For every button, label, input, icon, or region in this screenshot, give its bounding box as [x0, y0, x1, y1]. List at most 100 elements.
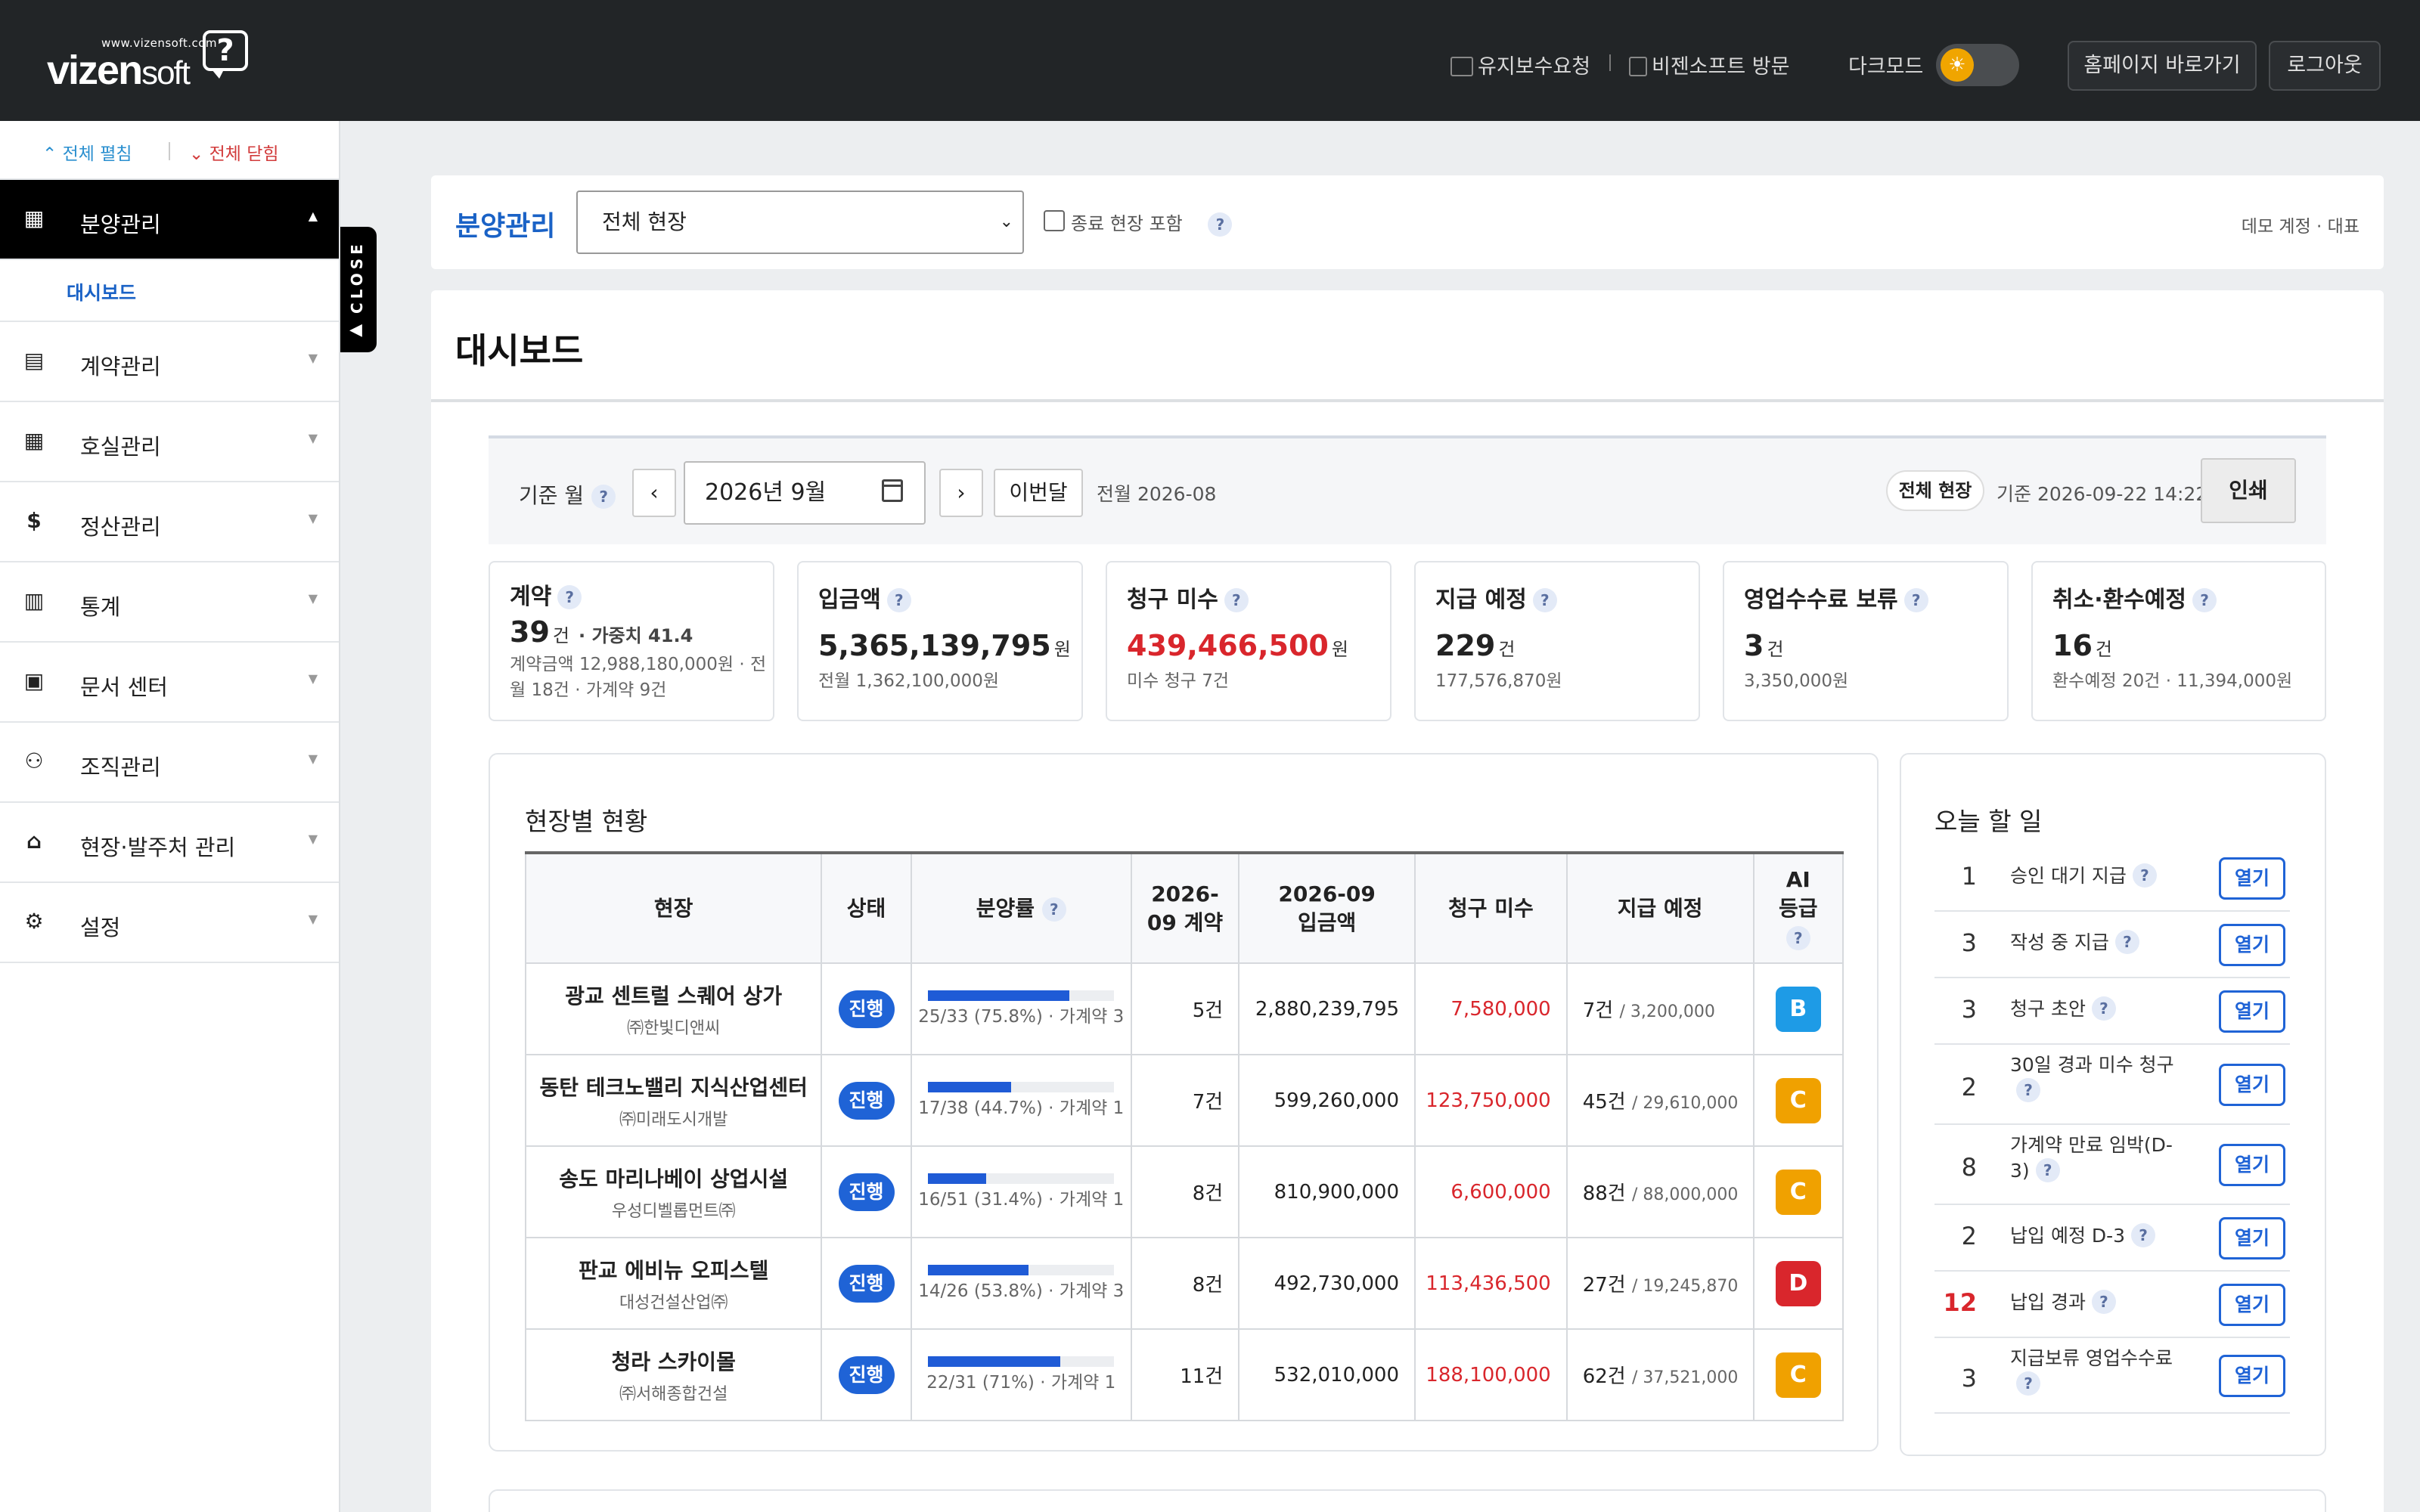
help-icon[interactable]: ? [2131, 1223, 2156, 1247]
sidebar-close-tab[interactable]: CLOSE ◀ [340, 227, 377, 352]
sidebar-item-units[interactable]: ▦ 호실관리 ▼ [0, 402, 339, 482]
site-name[interactable]: 청라 스카이몰 [526, 1346, 821, 1376]
homepage-button[interactable]: 홈페이지 바로가기 [2068, 41, 2257, 91]
todo-panel: 오늘 할 일 1 승인 대기 지급? 열기 3 작성 중 지급? 열기 3 청구 초안? 열기 2… [1900, 753, 2326, 1456]
sidebar-item-documents[interactable]: ▣ 문서 센터 ▼ [0, 643, 339, 723]
site-company: 우성디벨롭먼트㈜ [611, 1201, 736, 1221]
sidebar-item-settings[interactable]: ⚙ 설정 ▼ [0, 883, 339, 963]
site-cell[interactable]: 송도 마리나베이 상업시설우성디벨롭먼트㈜ [524, 1145, 823, 1238]
sidebar-item-organization[interactable]: ⚇ 조직관리 ▼ [0, 723, 339, 803]
site-select[interactable]: 전체 현장 ⌄ [576, 191, 1024, 254]
subitem-label: 대시보드 [67, 282, 137, 304]
site-name[interactable]: 광교 센트럴 스퀘어 상가 [526, 980, 821, 1010]
help-icon[interactable]: ? [2091, 1290, 2116, 1314]
col-status[interactable]: 상태 [821, 852, 912, 964]
ai-grade-badge[interactable]: C [1775, 1169, 1821, 1215]
help-icon[interactable]: ? [2114, 930, 2139, 954]
sidebar-subitem-dashboard[interactable]: 대시보드 [0, 260, 339, 322]
todo-open-button[interactable]: 열기 [2219, 1355, 2285, 1397]
collapse-all-button[interactable]: ⌄ 전체 닫힘 [189, 139, 279, 165]
col-contracts[interactable]: 2026-09 계약 [1130, 852, 1240, 964]
month-input[interactable]: 2026년 9월 [684, 461, 926, 525]
col-deposit[interactable]: 2026-09 입금액 [1238, 852, 1416, 964]
include-closed-checkbox[interactable] [1044, 210, 1065, 231]
sidebar-item-sites-clients[interactable]: ⌂ 현장·발주처 관리 ▼ [0, 803, 339, 883]
scheduled-amount: / 19,245,870 [1632, 1277, 1739, 1296]
help-icon[interactable]: ? [1224, 588, 1249, 612]
help-icon[interactable]: ? [886, 588, 911, 612]
as-of-timestamp: 기준 2026-09-22 14:22 [1996, 483, 2208, 505]
todo-open-button[interactable]: 열기 [2219, 990, 2285, 1033]
help-icon[interactable]: ? [1041, 897, 1066, 922]
todo-label: 청구 초안? [2010, 996, 2184, 1022]
next-month-button[interactable]: › [939, 469, 983, 517]
todo-open-button[interactable]: 열기 [2219, 1144, 2285, 1186]
top-bar: www.vizensoft.com vizensoft ? 유지보수요청 비젠소… [0, 0, 2420, 121]
sales-rate-bar [928, 1173, 1115, 1184]
col-site[interactable]: 현장 [524, 852, 823, 964]
table-row[interactable]: 청라 스카이몰 ㈜서해종합건설 진행 22/31 (71%) · 가계약 1 11건 53… [524, 1328, 1844, 1421]
help-icon[interactable]: ? [2192, 588, 2217, 612]
help-icon[interactable]: ? [1903, 588, 1928, 612]
kpi-card-contracts[interactable]: 계약? 39 건 · 가중치 41.4 계약금액 12,988,180,000원 ·… [489, 561, 774, 721]
ai-grade-badge[interactable]: C [1775, 1352, 1821, 1398]
help-icon[interactable]: ? [2016, 1078, 2040, 1102]
include-closed-label[interactable]: 종료 현장 포함 ? [1071, 209, 1233, 237]
kpi-card-cancellations[interactable]: 취소·환수예정? 16 건 환수예정 20건 · 11,394,000원 [2031, 561, 2326, 721]
help-icon[interactable]: ? [2035, 1158, 2060, 1182]
table-row[interactable]: 광교 센트럴 스퀘어 상가 ㈜한빛디앤씨 진행 25/33 (75.8%) · 가계약… [524, 962, 1844, 1055]
pdf-icon: ▣ [23, 668, 45, 693]
kpi-card-unpaid[interactable]: 청구 미수? 439,466,500 원 미수 청구 7건 [1106, 561, 1392, 721]
card-subtext: 계약금액 12,988,180,000원 · 전월 18건 · 가계약 9건 [510, 655, 767, 700]
darkmode-toggle[interactable]: ☀ [1936, 44, 2019, 86]
sidebar-item-statistics[interactable]: ▥ 통계 ▼ [0, 562, 339, 643]
site-name[interactable]: 송도 마리나베이 상업시설 [526, 1163, 821, 1193]
prev-month-button[interactable]: ‹ [632, 469, 676, 517]
caret-down-icon: ▼ [308, 591, 318, 606]
ai-grade-badge[interactable]: D [1775, 1260, 1821, 1306]
table-row[interactable]: 송도 마리나베이 상업시설 우성디벨롭먼트㈜ 진행 16/51 (31.4%) · 가… [524, 1145, 1844, 1238]
todo-open-button[interactable]: 열기 [2219, 1217, 2285, 1259]
logout-button[interactable]: 로그아웃 [2269, 41, 2381, 91]
sidebar-item-contracts[interactable]: ▤ 계약관리 ▼ [0, 322, 339, 402]
kpi-card-deposits[interactable]: 입금액? 5,365,139,795 원 전월 1,362,100,000원 [797, 561, 1083, 721]
calendar-icon[interactable] [882, 479, 903, 502]
this-month-button[interactable]: 이번달 [994, 469, 1083, 517]
vizensoft-logo[interactable]: www.vizensoft.com vizensoft ? [47, 30, 259, 93]
col-scheduled[interactable]: 지급 예정 [1565, 852, 1754, 964]
site-name[interactable]: 동탄 테크노밸리 지식산업센터 [526, 1071, 821, 1101]
site-cell[interactable]: 동탄 테크노밸리 지식산업센터 ㈜미래도시개발 [524, 1054, 823, 1147]
todo-open-button[interactable]: 열기 [2219, 1284, 2285, 1326]
todo-open-button[interactable]: 열기 [2219, 924, 2285, 966]
help-icon[interactable]: ? [1786, 925, 1810, 950]
help-icon[interactable]: ? [2091, 996, 2116, 1021]
site-cell[interactable]: 광교 센트럴 스퀘어 상가 ㈜한빛디앤씨 [524, 962, 823, 1055]
site-name[interactable]: 판교 에비뉴 오피스텔 [526, 1254, 821, 1284]
site-cell[interactable]: 청라 스카이몰 ㈜서해종합건설 [524, 1328, 823, 1421]
help-icon[interactable]: ? [2016, 1371, 2040, 1396]
ai-grade-badge[interactable]: B [1775, 986, 1821, 1032]
todo-open-button[interactable]: 열기 [2219, 1064, 2285, 1106]
expand-all-button[interactable]: ⌃ 전체 펼침 [42, 139, 132, 165]
todo-open-button[interactable]: 열기 [2219, 857, 2285, 900]
sidebar-item-sales[interactable]: ▦ 분양관리 ▲ [0, 180, 339, 260]
help-icon[interactable]: ? [557, 585, 582, 609]
month-filter-bar: 기준 월? ‹ 2026년 9월 › 이번달 전월 2026-08 전체 현장 … [489, 435, 2326, 544]
col-rate[interactable]: 분양률 ? [910, 852, 1132, 964]
visit-vizensoft-link[interactable]: 비젠소프트 방문 [1629, 50, 1789, 79]
table-row[interactable]: 판교 에비뉴 오피스텔 대성건설산업㈜ 진행 14/26 (53.8%) · 가계약 … [524, 1237, 1844, 1330]
kpi-card-scheduled-payments[interactable]: 지급 예정? 229 건 177,576,870원 [1414, 561, 1700, 721]
col-ai-grade[interactable]: AI 등급? [1752, 852, 1844, 964]
help-icon[interactable]: ? [2132, 863, 2157, 888]
ai-grade-badge[interactable]: C [1775, 1077, 1821, 1123]
kpi-card-commission-hold[interactable]: 영업수수료 보류? 3건 3,350,000원 [1723, 561, 2009, 721]
site-cell[interactable]: 판교 에비뉴 오피스텔 대성건설산업㈜ [524, 1237, 823, 1330]
help-icon[interactable]: ? [1208, 212, 1233, 237]
help-icon[interactable]: ? [591, 485, 616, 509]
maintenance-request-link[interactable]: 유지보수요청 [1450, 50, 1590, 79]
sidebar-item-settlement[interactable]: $ 정산관리 ▼ [0, 482, 339, 562]
col-unpaid[interactable]: 청구 미수 [1414, 852, 1568, 964]
table-row[interactable]: 동탄 테크노밸리 지식산업센터 ㈜미래도시개발 진행 17/38 (44.7%) · … [524, 1054, 1844, 1147]
print-button[interactable]: 인쇄 [2201, 458, 2296, 523]
help-icon[interactable]: ? [1532, 588, 1557, 612]
